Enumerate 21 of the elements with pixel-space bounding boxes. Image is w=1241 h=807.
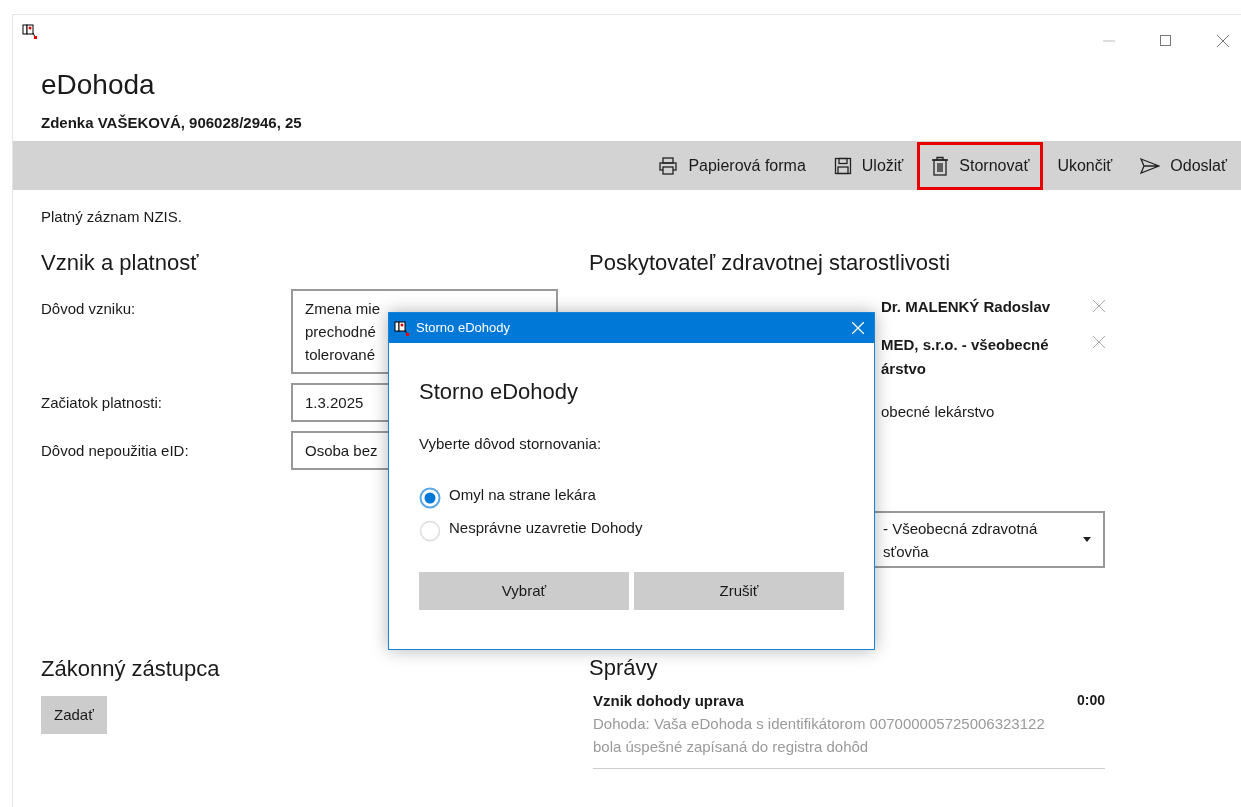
radio-label: Omyl na strane lekára	[449, 485, 596, 505]
specialty-text: obecné lekárstvo	[880, 402, 996, 422]
field-label: Začiatok platnosti:	[41, 393, 163, 413]
section-heading: Poskytovateľ zdravotnej starostlivosti	[589, 249, 951, 277]
section-heading: Zákonný zástupca	[41, 655, 221, 683]
field-label: Dôvod nepoužitia eID:	[41, 441, 190, 461]
dialog-title: Storno eDohody	[416, 319, 511, 338]
status-text: Platný záznam NZIS.	[41, 207, 183, 227]
message-time: 0:00	[1076, 691, 1105, 710]
dialog-prompt: Vyberte dôvod stornovania:	[419, 434, 603, 454]
radio-label: Nesprávne uzavretie Dohody	[449, 518, 643, 538]
doctor-name: Dr. MALENKÝ Radoslav	[881, 297, 1051, 317]
dialog-heading: Storno eDohody	[419, 378, 579, 406]
facility-name: MED, s.r.o. - všeobecné árstvo	[881, 335, 1049, 379]
app-title: eDohoda	[41, 68, 156, 102]
field-label: Dôvod vzniku:	[41, 299, 137, 319]
message-body: Dohoda: Vaša eDohoda s identifikátorom 007000005725006323122 bola úspešné zapísaná do registra dohôd	[593, 714, 1046, 757]
section-heading: Vznik a platnosť	[41, 249, 200, 277]
section-heading: Správy	[589, 654, 659, 682]
message-title: Vznik dohody uprava	[593, 691, 744, 711]
patient-name: Zdenka VAŠEKOVÁ, 906028/2946, 25	[41, 113, 303, 133]
